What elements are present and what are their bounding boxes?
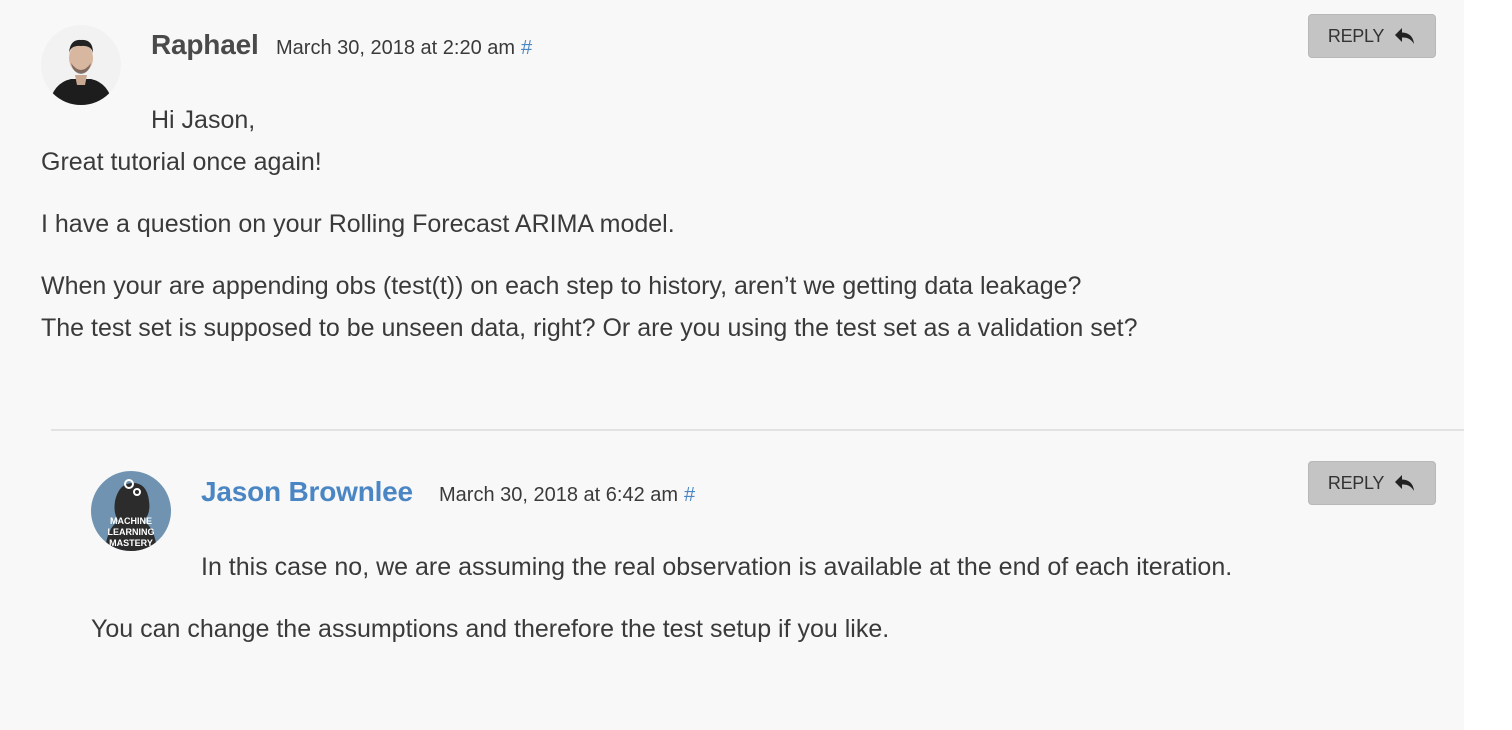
comment-date-text: March 30, 2018 at 6:42 am (439, 484, 679, 506)
permalink-link[interactable]: # (521, 37, 532, 59)
comment-text-line: I have a question on your Rolling Foreca… (41, 210, 675, 238)
avatar-photo (41, 25, 121, 105)
avatar-logo-line: LEARNING (108, 527, 155, 537)
comments-panel: Raphael March 30, 2018 at 2:20 am # REPLY… (0, 0, 1464, 730)
reply-arrow-icon (1395, 28, 1415, 44)
comment-text-line: In this case no, we are assuming the rea… (201, 553, 1233, 581)
reply-button-label: REPLY (1327, 25, 1385, 46)
comment-divider (51, 429, 1464, 431)
comment-text-line: Great tutorial once again! (41, 148, 322, 176)
reply-button[interactable]: REPLY (1308, 461, 1436, 505)
comment-text-line: When your are appending obs (test(t)) on… (41, 272, 1082, 300)
machine-learning-mastery-logo: MACHINE LEARNING MASTERY (91, 471, 171, 551)
reply-arrow-icon (1395, 475, 1415, 491)
avatar-logo-line: MACHINE (110, 516, 152, 526)
comment-author-link[interactable]: Jason Brownlee (201, 476, 413, 508)
jason-avatar[interactable]: MACHINE LEARNING MASTERY (91, 471, 171, 551)
comment-text-line: The test set is supposed to be unseen da… (41, 314, 1138, 342)
reply-button[interactable]: REPLY (1308, 14, 1436, 58)
permalink-link[interactable]: # (684, 484, 695, 506)
comment-text-line: You can change the assumptions and there… (91, 615, 890, 643)
raphael-avatar[interactable] (41, 25, 121, 105)
comment-date: March 30, 2018 at 6:42 am # (439, 484, 695, 507)
comment-date: March 30, 2018 at 2:20 am # (276, 37, 532, 60)
reply-button-label: REPLY (1327, 472, 1385, 493)
comment-author: Raphael (151, 29, 259, 60)
comment-date-text: March 30, 2018 at 2:20 am (276, 37, 516, 59)
comment-text-line: Hi Jason, (151, 106, 256, 134)
avatar-logo-line: MASTERY (109, 538, 153, 548)
